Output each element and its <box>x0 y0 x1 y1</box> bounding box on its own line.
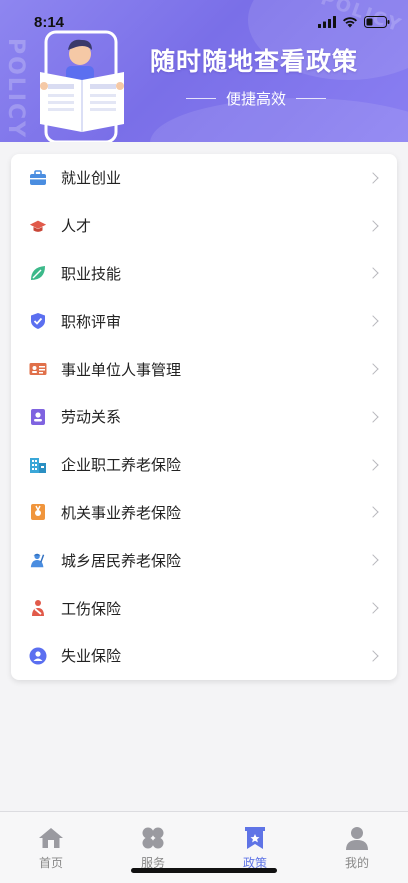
list-item-label: 企业职工养老保险 <box>61 456 182 475</box>
list-item[interactable]: 城乡居民养老保险 <box>11 536 397 584</box>
list-item-label: 机关事业养老保险 <box>61 503 182 522</box>
status-bar: 8:14 <box>0 0 408 44</box>
chevron-right-icon <box>367 459 379 471</box>
list-item-label: 劳动关系 <box>61 408 122 427</box>
graduation-cap-icon <box>29 217 47 235</box>
chevron-right-icon <box>367 506 379 519</box>
list-item-label: 人才 <box>61 217 92 236</box>
list-item[interactable]: 机关事业养老保险 <box>11 489 397 537</box>
tab-home[interactable]: 首页 <box>0 812 102 883</box>
list-item[interactable]: 职称评审 <box>11 297 397 345</box>
medal-icon <box>29 503 47 521</box>
wifi-icon <box>343 17 357 28</box>
list-item-label: 失业保险 <box>61 647 122 666</box>
tab-label: 我的 <box>344 856 369 870</box>
newspaper-reader-illustration <box>40 30 124 142</box>
building-icon <box>29 456 47 474</box>
worker-icon <box>29 551 47 569</box>
tab-label: 首页 <box>38 856 63 870</box>
chevron-right-icon <box>367 363 379 375</box>
list-item[interactable]: 劳动关系 <box>11 393 397 441</box>
banner-watermark: POLICY <box>3 38 28 140</box>
list-item-label: 工伤保险 <box>61 599 122 618</box>
list-item-label: 职称评审 <box>61 312 122 331</box>
divider-line <box>296 97 326 99</box>
list-item[interactable]: 工伤保险 <box>11 584 397 632</box>
status-time: 8:14 <box>34 14 65 31</box>
home-indicator[interactable] <box>131 868 277 873</box>
id-card-icon <box>29 360 47 378</box>
list-item[interactable]: 职业技能 <box>11 250 397 298</box>
list-item-label: 事业单位人事管理 <box>61 360 182 379</box>
list-item[interactable]: 就业创业 <box>11 154 397 202</box>
shield-check-icon <box>29 312 47 330</box>
policy-category-list: 就业创业 人才 职业技能 职称评审 事业单位人事管理 劳动关系 企业职工养老保险… <box>11 154 397 680</box>
divider-line <box>185 97 216 99</box>
list-item-label: 城乡居民养老保险 <box>61 551 182 570</box>
user-icon <box>346 827 368 850</box>
briefcase-icon <box>29 169 47 187</box>
list-item[interactable]: 事业单位人事管理 <box>11 345 397 393</box>
list-item[interactable]: 人才 <box>11 202 397 250</box>
list-item[interactable]: 失业保险 <box>11 632 397 680</box>
person-circle-icon <box>29 647 47 665</box>
banner-subtitle-row: 便捷高效 <box>180 88 332 108</box>
bookmark-star-icon <box>245 827 265 849</box>
home-icon <box>39 828 63 848</box>
chevron-right-icon <box>367 411 379 423</box>
status-icons <box>318 16 390 28</box>
chevron-right-icon <box>367 220 379 232</box>
tab-profile[interactable]: 我的 <box>306 812 408 883</box>
list-item-label: 职业技能 <box>61 264 122 283</box>
chevron-right-icon <box>367 172 379 184</box>
battery-icon <box>364 16 390 28</box>
banner-title: 随时随地查看政策 <box>150 47 359 76</box>
badge-person-icon <box>29 408 47 426</box>
chevron-right-icon <box>367 315 379 327</box>
list-item-label: 就业创业 <box>61 169 122 188</box>
chevron-right-icon <box>367 650 379 662</box>
injured-person-icon <box>29 599 47 617</box>
chevron-right-icon <box>367 602 379 614</box>
list-item[interactable]: 企业职工养老保险 <box>11 441 397 489</box>
chevron-right-icon <box>367 267 379 280</box>
chevron-right-icon <box>367 554 379 566</box>
leaf-tag-icon <box>29 264 47 282</box>
banner-subtitle: 便捷高效 <box>225 89 286 108</box>
cellular-signal-icon <box>318 16 336 28</box>
clover-icon <box>142 827 164 849</box>
